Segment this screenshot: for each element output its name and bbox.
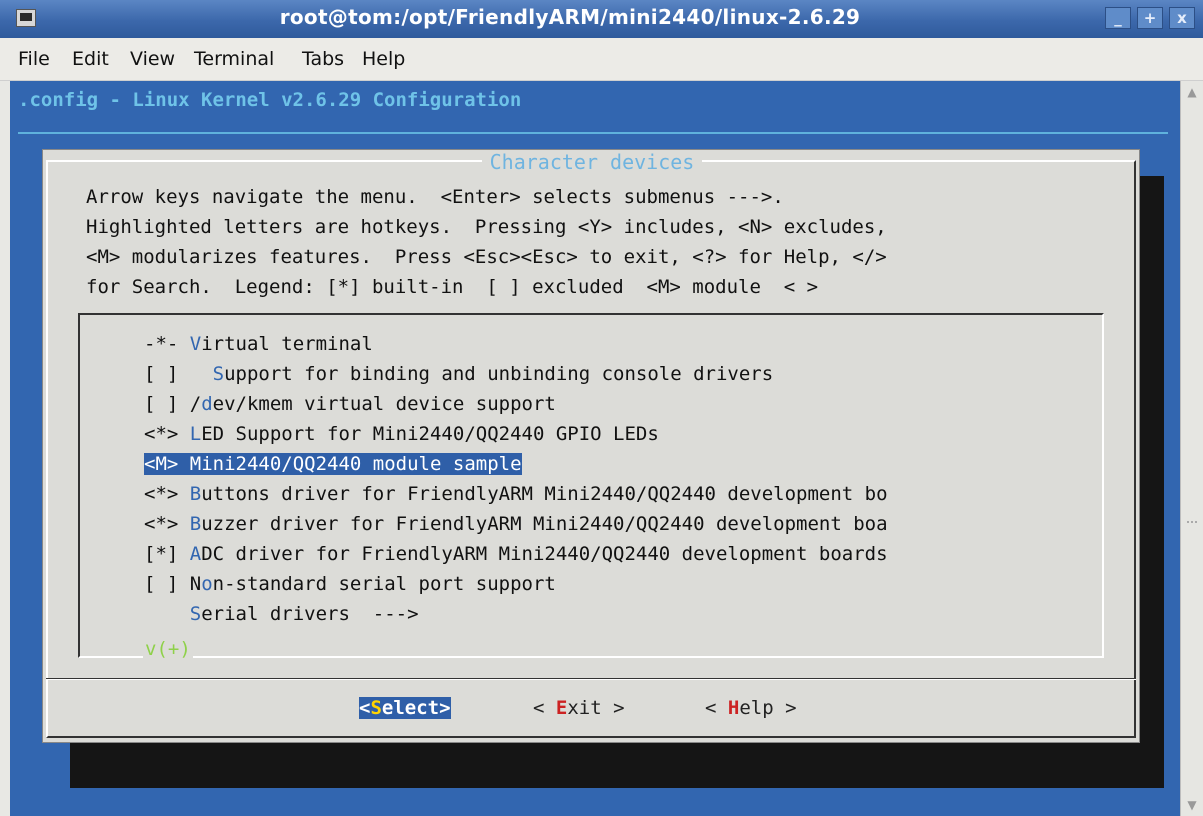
help-button[interactable]: < Help > (705, 697, 797, 719)
menu-view[interactable]: View (130, 48, 175, 70)
option-state: [ ] N (144, 573, 202, 595)
help-text-line: Highlighted letters are hotkeys. Pressin… (86, 216, 887, 238)
menu-option[interactable]: <*> Buttons driver for FriendlyARM Mini2… (144, 483, 888, 505)
option-hotkey: L (189, 423, 202, 445)
menu-option[interactable]: [*] ADC driver for FriendlyARM Mini2440/… (144, 543, 888, 565)
option-hotkey: B (189, 513, 202, 535)
config-title: .config - Linux Kernel v2.6.29 Configura… (18, 89, 522, 111)
option-state: [*] (144, 543, 190, 565)
minimize-button[interactable]: _ (1105, 7, 1131, 29)
option-hotkey: A (189, 543, 202, 565)
scroll-grip-icon[interactable] (1187, 521, 1197, 549)
menu-tabs[interactable]: Tabs (302, 48, 344, 70)
button-label: xit > (567, 697, 625, 719)
option-state: <*> (144, 513, 190, 535)
option-state: <M> (144, 453, 190, 475)
menu-option[interactable]: [ ] Non-standard serial port support (144, 573, 556, 595)
menu-edit[interactable]: Edit (72, 48, 109, 70)
option-label: erial drivers ---> (201, 603, 419, 625)
option-state: [ ] (144, 363, 213, 385)
dialog-title: Character devices (481, 150, 703, 174)
option-label: n-standard serial port support (212, 573, 556, 595)
exit-button[interactable]: < Exit > (533, 697, 625, 719)
close-button[interactable]: x (1169, 7, 1195, 29)
option-label: irtual terminal (201, 333, 373, 355)
option-label: uzzer driver for FriendlyARM Mini2440/QQ… (201, 513, 888, 535)
menu-option[interactable]: Serial drivers ---> (144, 603, 419, 625)
option-state (144, 603, 190, 625)
title-divider (18, 132, 1168, 134)
menu-option[interactable]: -*- Virtual terminal (144, 333, 373, 355)
option-hotkey: o (201, 573, 213, 595)
button-bracket: < (705, 697, 728, 719)
button-label: elect> (381, 697, 451, 719)
menu-option-selected[interactable]: <M> Mini2440/QQ2440 module sample (144, 453, 522, 475)
window-title: root@tom:/opt/FriendlyARM/mini2440/linux… (279, 5, 861, 29)
option-label: upport for binding and unbinding console… (224, 363, 774, 385)
button-hotkey: E (555, 697, 568, 719)
select-button[interactable]: <Select> (359, 697, 451, 719)
button-bracket: < (533, 697, 556, 719)
option-label: ini2440/QQ2440 module sample (201, 453, 522, 475)
option-label: ev/kmem virtual device support (212, 393, 556, 415)
terminal-area[interactable]: .config - Linux Kernel v2.6.29 Configura… (10, 81, 1181, 816)
menu-file[interactable]: File (18, 48, 50, 70)
option-state: -*- (144, 333, 190, 355)
menu-option[interactable]: <*> Buzzer driver for FriendlyARM Mini24… (144, 513, 888, 535)
option-hotkey: S (212, 363, 225, 385)
button-hotkey: S (370, 697, 382, 719)
help-text-line: <M> modularizes features. Press <Esc><Es… (86, 246, 887, 268)
option-label: DC driver for FriendlyARM Mini2440/QQ244… (201, 543, 888, 565)
option-state: [ ] / (144, 393, 202, 415)
option-state: <*> (144, 423, 190, 445)
option-hotkey: V (189, 333, 202, 355)
help-text-line: Arrow keys navigate the menu. <Enter> se… (86, 186, 784, 208)
dialog-title-wrap: Character devices (43, 150, 1141, 174)
scroll-up-icon[interactable]: ▲ (1185, 85, 1199, 99)
help-text-line: for Search. Legend: [*] built-in [ ] exc… (86, 276, 819, 298)
option-state: <*> (144, 483, 190, 505)
button-bracket: < (359, 697, 371, 719)
menubar: File Edit View Terminal Tabs Help (0, 38, 1203, 81)
option-label: uttons driver for FriendlyARM Mini2440/Q… (201, 483, 888, 505)
menu-option[interactable]: <*> LED Support for Mini2440/QQ2440 GPIO… (144, 423, 659, 445)
more-items-indicator: v(+) (143, 638, 193, 660)
option-label: ED Support for Mini2440/QQ2440 GPIO LEDs (201, 423, 659, 445)
terminal-scrollbar[interactable]: ▲ ▼ (1180, 81, 1203, 816)
maximize-button[interactable]: + (1137, 7, 1163, 29)
scroll-down-icon[interactable]: ▼ (1185, 798, 1199, 812)
window-controls: _ + x (1105, 7, 1195, 29)
button-hotkey: H (727, 697, 740, 719)
menu-option[interactable]: [ ] Support for binding and unbinding co… (144, 363, 773, 385)
option-hotkey: M (189, 453, 202, 475)
title-bar[interactable]: root@tom:/opt/FriendlyARM/mini2440/linux… (0, 0, 1203, 38)
button-label: elp > (739, 697, 797, 719)
menu-help[interactable]: Help (362, 48, 405, 70)
terminal-window: root@tom:/opt/FriendlyARM/mini2440/linux… (0, 0, 1203, 816)
menu-option[interactable]: [ ] /dev/kmem virtual device support (144, 393, 556, 415)
button-separator (46, 678, 1136, 680)
option-hotkey: S (189, 603, 202, 625)
option-hotkey: d (201, 393, 213, 415)
menu-terminal[interactable]: Terminal (194, 48, 274, 70)
option-hotkey: B (189, 483, 202, 505)
menuconfig-dialog: Character devices Arrow keys navigate th… (42, 149, 1140, 743)
